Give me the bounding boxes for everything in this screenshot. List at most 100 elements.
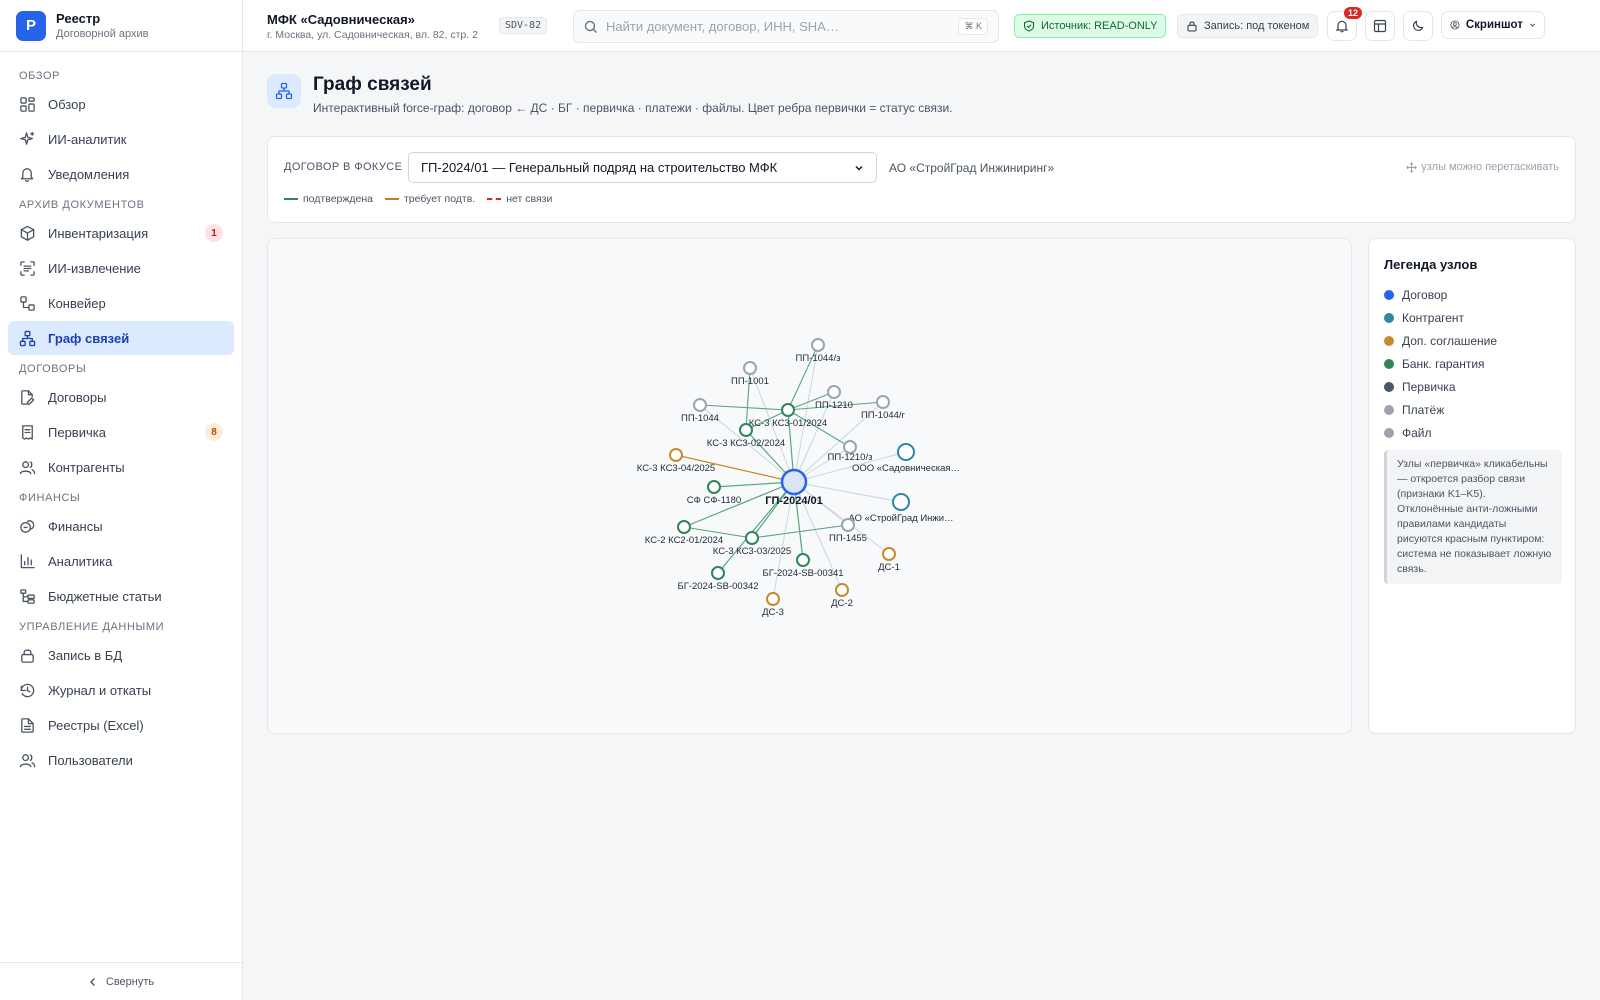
legend-item: Платёж [1384, 398, 1497, 421]
app-title: Реестр [56, 11, 101, 26]
relationship-graph[interactable]: ПП-1044/з ПП-1001 ПП-1210 ПП-1044/г ПП-1044 К… [268, 239, 1353, 735]
sidebar-item[interactable]: Инвентаризация 1 [8, 216, 234, 250]
graph-node-circle[interactable] [707, 480, 721, 494]
layout-toggle-button[interactable] [1365, 11, 1395, 41]
graph-node[interactable]: ПП-1044/з [796, 338, 841, 364]
graph-node-circle[interactable] [882, 547, 896, 561]
receipt-icon [22, 424, 33, 440]
graph-canvas[interactable]: ПП-1044/з ПП-1001 ПП-1210 ПП-1044/г ПП-1044 К… [267, 238, 1352, 734]
graph-node[interactable]: ПП-1001 [731, 361, 769, 387]
sidebar-item[interactable]: ИИ-извлечение [8, 251, 234, 285]
legend-note: Узлы «первичка» кликабельны — откроется … [1384, 450, 1562, 584]
graph-node-circle[interactable] [796, 553, 810, 567]
graph-node-label: ПП-1044/г [861, 410, 906, 421]
sidebar-item[interactable]: Запись в БД [8, 638, 234, 672]
coins-icon [20, 519, 35, 533]
graph-node-circle[interactable] [677, 520, 691, 534]
graph-node-circle[interactable] [876, 395, 890, 409]
graph-node-circle[interactable] [745, 531, 759, 545]
search-input[interactable]: Найти документ, договор, ИНН, SHA… ⌘ K [573, 10, 999, 43]
legend-dot [1384, 381, 1394, 392]
graph-node-label: ПП-1210 [815, 400, 853, 411]
write-token-badge[interactable]: Запись: под токеном [1177, 14, 1319, 38]
sidebar-item[interactable]: Журнал и откаты [8, 673, 234, 707]
graph-node-circle[interactable] [781, 403, 795, 417]
edge-legend: подтверждена требует подтв. нет связи [284, 193, 552, 205]
write-badge-label: Запись: под токеном [1204, 20, 1310, 32]
page-title: Граф связей [313, 74, 432, 95]
tree-icon [20, 588, 35, 604]
graph-node[interactable]: ПП-1210/з [828, 440, 873, 463]
sidebar-item-label: Аналитика [48, 553, 113, 569]
brand[interactable]: Р Реестр Договорной архив [0, 0, 242, 52]
center-node-circle[interactable] [780, 468, 808, 496]
graph-node-label: ПП-1044/з [796, 353, 841, 364]
center-node-label: ГП-2024/01 [765, 495, 823, 507]
sidebar-item[interactable]: Первичка 8 [8, 415, 234, 449]
user-circle-icon [1450, 20, 1460, 30]
sidebar-item[interactable]: Пользователи [8, 743, 234, 777]
collapse-sidebar-button[interactable]: Свернуть [0, 962, 242, 1000]
nav-section-title: АРХИВ ДОКУМЕНТОВ [19, 199, 145, 211]
graph-node-circle[interactable] [841, 518, 855, 532]
sidebar-item[interactable]: ИИ-аналитик [8, 122, 234, 156]
graph-node-circle[interactable] [739, 423, 753, 437]
sidebar-item-label: Уведомления [48, 166, 130, 182]
legend-item: Контрагент [1384, 306, 1497, 329]
layout-icon [1373, 19, 1387, 33]
sidebar: Р Реестр Договорной архив ОБЗОР Обзор ИИ-а… [0, 0, 243, 1000]
graph-node-circle[interactable] [711, 566, 725, 580]
graph-node[interactable]: БГ-2024-SB-00342 [677, 566, 759, 592]
graph-node-circle[interactable] [827, 385, 841, 399]
graph-node[interactable]: ПП-1044/г [861, 395, 906, 421]
graph-node-circle[interactable] [743, 361, 757, 375]
project-code-badge: SDV-82 [499, 17, 548, 34]
graph-node-label: ПП-1210/з [828, 452, 873, 463]
graph-node-circle[interactable] [892, 493, 910, 511]
graph-node-circle[interactable] [766, 592, 780, 606]
chevron-left-icon [89, 977, 95, 986]
sidebar-item[interactable]: Договоры [8, 380, 234, 414]
notifications-button[interactable]: 12 [1327, 7, 1362, 41]
graph-node[interactable]: СФ СФ-1180 [687, 480, 741, 506]
graph-node[interactable]: ДС-3 [762, 592, 784, 618]
graph-center-node[interactable]: ГП-2024/01 [765, 468, 823, 507]
sidebar-item[interactable]: Финансы [8, 509, 234, 543]
graph-node-label: КС-2 КС2-01/2024 [645, 535, 723, 546]
graph-node-circle[interactable] [693, 398, 707, 412]
sidebar-item[interactable]: Уведомления [8, 157, 234, 191]
graph-node[interactable]: ПП-1044 [681, 398, 719, 424]
graph-node-circle[interactable] [897, 443, 915, 461]
graph-node-circle[interactable] [811, 338, 825, 352]
sidebar-item[interactable]: Граф связей [8, 321, 234, 355]
graph-node-circle[interactable] [835, 583, 849, 597]
contract-select[interactable]: ГП-2024/01 — Генеральный подряд на строи… [408, 152, 877, 183]
sidebar-item-label: Обзор [48, 96, 86, 112]
graph-node[interactable]: АО «СтройГрад Инжи… [848, 493, 954, 524]
sidebar-item-label: Договоры [48, 389, 107, 405]
edge-legend-label: нет связи [506, 193, 553, 205]
graph-node[interactable]: ПП-1210 [815, 385, 853, 411]
graph-node[interactable]: КС-2 КС2-01/2024 [645, 520, 723, 546]
user-menu-button[interactable]: Скриншот [1441, 11, 1545, 39]
sidebar-item[interactable]: Конвейер [8, 286, 234, 320]
sidebar-item[interactable]: Аналитика [8, 544, 234, 578]
sidebar-item-label: Финансы [48, 518, 103, 534]
project-switcher[interactable]: МФК «Садовническая» г. Москва, ул. Садов… [267, 12, 478, 41]
moon-icon [1412, 20, 1424, 32]
sidebar-item-label: ИИ-аналитик [48, 131, 127, 147]
graph-node[interactable]: ДС-2 [831, 583, 853, 609]
graph-node[interactable]: ДС-1 [878, 547, 900, 573]
legend-dot [1384, 404, 1394, 415]
graph-node-circle[interactable] [669, 448, 683, 462]
sidebar-item-label: Первичка [48, 424, 106, 440]
sidebar-item[interactable]: Реестры (Excel) [8, 708, 234, 742]
bell-icon [1335, 20, 1349, 33]
sidebar-item[interactable]: Бюджетные статьи [8, 579, 234, 613]
graph-node[interactable]: КС-3 КС3-03/2025 [713, 531, 791, 557]
edge-legend-item: требует подтв. [385, 193, 475, 205]
sidebar-item[interactable]: Контрагенты [8, 450, 234, 484]
edge-line-swatch [385, 198, 399, 200]
theme-toggle-button[interactable] [1403, 11, 1433, 41]
sidebar-item[interactable]: Обзор [8, 87, 234, 121]
